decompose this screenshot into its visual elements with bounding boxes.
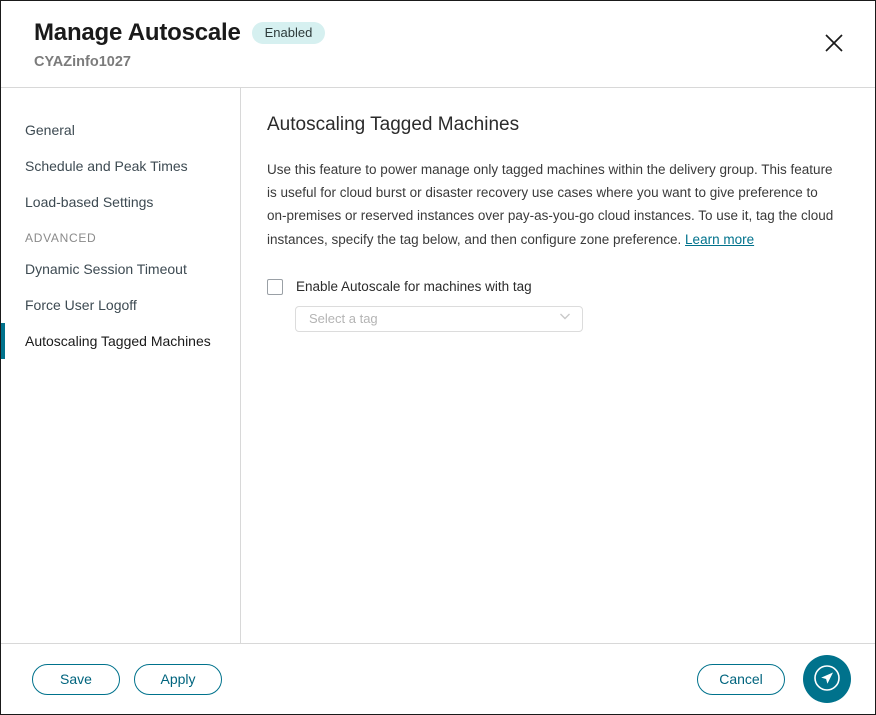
send-icon [812,663,842,696]
apply-button[interactable]: Apply [134,664,222,695]
tag-select[interactable]: Select a tag [295,306,583,332]
close-icon [824,33,844,56]
content-description: Use this feature to power manage only ta… [267,158,841,251]
sidebar-item-autoscaling-tagged-machines[interactable]: Autoscaling Tagged Machines [1,323,240,359]
main-content: Autoscaling Tagged Machines Use this fea… [241,88,875,643]
enable-autoscale-checkbox[interactable] [267,279,283,295]
enable-autoscale-checkbox-row: Enable Autoscale for machines with tag [267,279,841,295]
sidebar-item-dynamic-session-timeout[interactable]: Dynamic Session Timeout [1,251,240,287]
dialog-header: Manage Autoscale Enabled CYAZinfo1027 [1,1,875,88]
sidebar: General Schedule and Peak Times Load-bas… [1,88,241,643]
sidebar-item-schedule-and-peak-times[interactable]: Schedule and Peak Times [1,148,240,184]
dialog-body: General Schedule and Peak Times Load-bas… [1,88,875,643]
cancel-button[interactable]: Cancel [697,664,785,695]
enable-autoscale-label: Enable Autoscale for machines with tag [296,279,532,294]
sidebar-item-general[interactable]: General [1,112,240,148]
send-feedback-button[interactable] [803,655,851,703]
close-button[interactable] [817,27,851,61]
learn-more-link[interactable]: Learn more [685,232,754,247]
content-title: Autoscaling Tagged Machines [267,114,841,136]
footer-left-actions: Save Apply [32,664,222,695]
dialog-footer: Save Apply Cancel [1,643,875,714]
status-badge: Enabled [252,22,326,44]
sidebar-item-load-based-settings[interactable]: Load-based Settings [1,184,240,220]
save-button[interactable]: Save [32,664,120,695]
page-title: Manage Autoscale [34,19,241,47]
manage-autoscale-dialog: Manage Autoscale Enabled CYAZinfo1027 Ge… [0,0,876,715]
footer-right-actions: Cancel [697,655,851,703]
tag-select-value: Select a tag [309,311,557,326]
title-row: Manage Autoscale Enabled [34,19,875,47]
chevron-down-icon [557,308,573,329]
dialog-subtitle: CYAZinfo1027 [34,54,875,70]
sidebar-section-advanced: ADVANCED [1,221,240,251]
sidebar-item-force-user-logoff[interactable]: Force User Logoff [1,287,240,323]
